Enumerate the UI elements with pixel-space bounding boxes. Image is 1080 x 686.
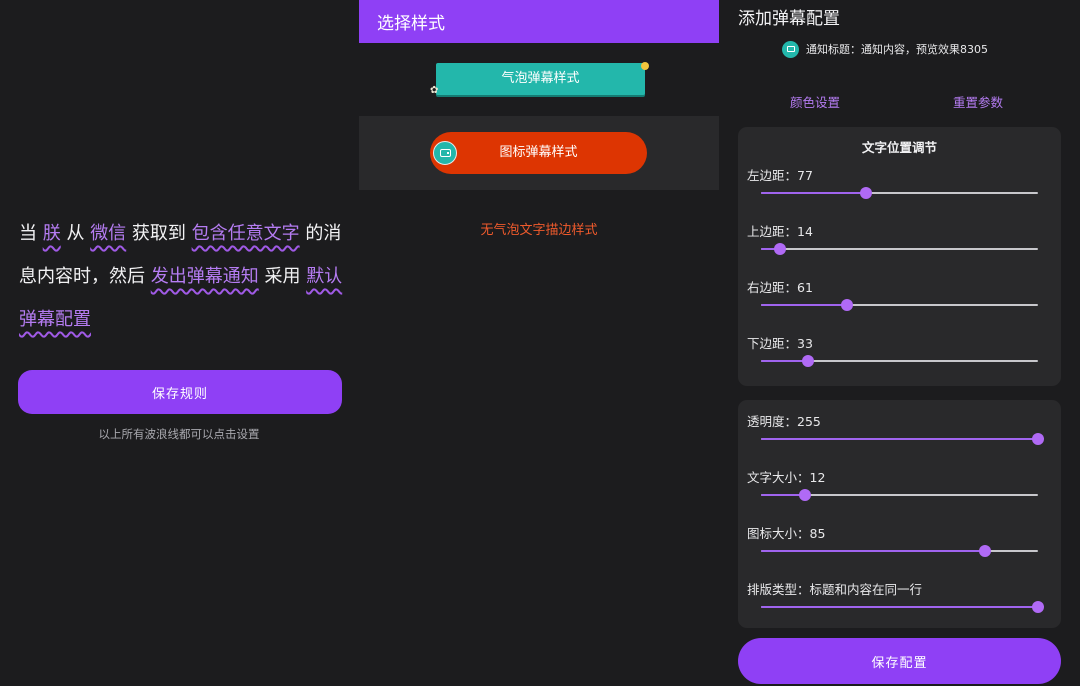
slider-label: 文字大小：12 [747,470,826,485]
icon-style-option[interactable]: 图标弹幕样式 [430,132,647,174]
slider-thumb[interactable] [979,545,992,557]
hint-text: 以上所有波浪线都可以点击设置 [98,427,260,441]
slider-fill [761,550,986,552]
slider-row: 排版类型：标题和内容在同一行 [738,579,1061,631]
rule-text: 从 [60,223,91,244]
bubble-dot-icon [641,62,649,70]
slider-track[interactable] [761,489,1038,501]
position-title: 文字位置调节 [861,140,937,155]
slider-thumb[interactable] [1032,601,1044,613]
slider-thumb[interactable] [802,355,815,367]
rule-text: 获取到 [126,223,192,244]
slider-thumb[interactable] [840,299,853,311]
slider-fill [761,360,809,362]
slider-label: 左边距：77 [747,168,813,183]
slider-thumb[interactable] [860,187,873,199]
slider-thumb[interactable] [774,243,787,255]
slider-label: 排版类型：标题和内容在同一行 [747,582,923,597]
rule-link[interactable]: 微信 [90,223,126,244]
slider-track[interactable] [761,433,1044,445]
slider-label: 图标大小：85 [747,526,826,541]
rule-panel: 当 朕 从 微信 获取到 包含任意文字 的消息内容时，然后 发出弹幕通知 采用 … [0,0,358,686]
bubble-decoration-icon: ✿ [430,85,439,96]
slider-fill [761,606,1038,608]
slider-thumb[interactable] [1032,433,1044,445]
rule-link[interactable]: 发出弹幕通知 [151,266,259,287]
save-config-button[interactable]: 保存配置 [738,638,1061,684]
rule-text: 采用 [258,266,307,287]
slider-row: 文字大小：12 [738,467,1061,519]
wallet-icon [782,40,799,58]
icon-style-section: 图标弹幕样式 [359,116,719,190]
style-header: 选择样式 [359,0,719,43]
rule-text: 当 [19,223,43,244]
slider-track[interactable] [761,355,1038,367]
slider-track[interactable] [761,243,1038,255]
slider-row: 图标大小：85 [738,523,1061,575]
slider-row: 下边距：33 [738,333,1061,385]
rule-sentence: 当 朕 从 微信 获取到 包含任意文字 的消息内容时，然后 发出弹幕通知 采用 … [19,212,349,341]
slider-track[interactable] [761,187,1038,199]
slider-fill [761,438,1038,440]
slider-fill [761,192,867,194]
position-card: 文字位置调节 左边距：77 上边距：14 右边距：61 下边距：33 [738,127,1061,386]
rule-link[interactable]: 朕 [43,223,61,244]
rule-link[interactable]: 包含任意文字 [192,223,300,244]
slider-track[interactable] [761,601,1044,613]
config-panel: 添加弹幕配置 通知标题：通知内容，预览效果8305 颜色设置 重置参数 文字位置… [720,0,1080,686]
wallet-icon [433,141,457,165]
bubble-style-option[interactable]: 气泡弹幕样式 [436,63,645,95]
style-panel: 选择样式 气泡弹幕样式 ✿ 图标弹幕样式 无气泡文字描边样式 [359,0,719,686]
save-rule-button[interactable]: 保存规则 [18,370,342,414]
config-title: 添加弹幕配置 [738,9,840,29]
slider-label: 上边距：14 [747,224,813,239]
preview-text: 通知标题：通知内容，预览效果8305 [806,43,988,56]
slider-row: 上边距：14 [738,221,1061,273]
icon-style-label: 图标弹幕样式 [499,145,578,160]
no-bubble-style-option[interactable]: 无气泡文字描边样式 [359,219,719,238]
slider-track[interactable] [761,545,1038,557]
slider-row: 右边距：61 [738,277,1061,329]
slider-label: 透明度：255 [747,414,821,429]
reset-params-button[interactable]: 重置参数 [953,92,1003,111]
slider-row: 透明度：255 [738,411,1061,463]
appearance-card: 透明度：255 文字大小：12 图标大小：85 排版类型：标题和内容在同一行 [738,400,1061,628]
slider-thumb[interactable] [799,489,812,501]
slider-track[interactable] [761,299,1038,311]
slider-row: 左边距：77 [738,165,1061,217]
slider-label: 下边距：33 [747,336,813,351]
slider-label: 右边距：61 [747,280,813,295]
color-settings-button[interactable]: 颜色设置 [790,92,840,111]
preview-row: 通知标题：通知内容，预览效果8305 [782,40,988,58]
style-title: 选择样式 [377,14,445,34]
slider-fill [761,304,847,306]
